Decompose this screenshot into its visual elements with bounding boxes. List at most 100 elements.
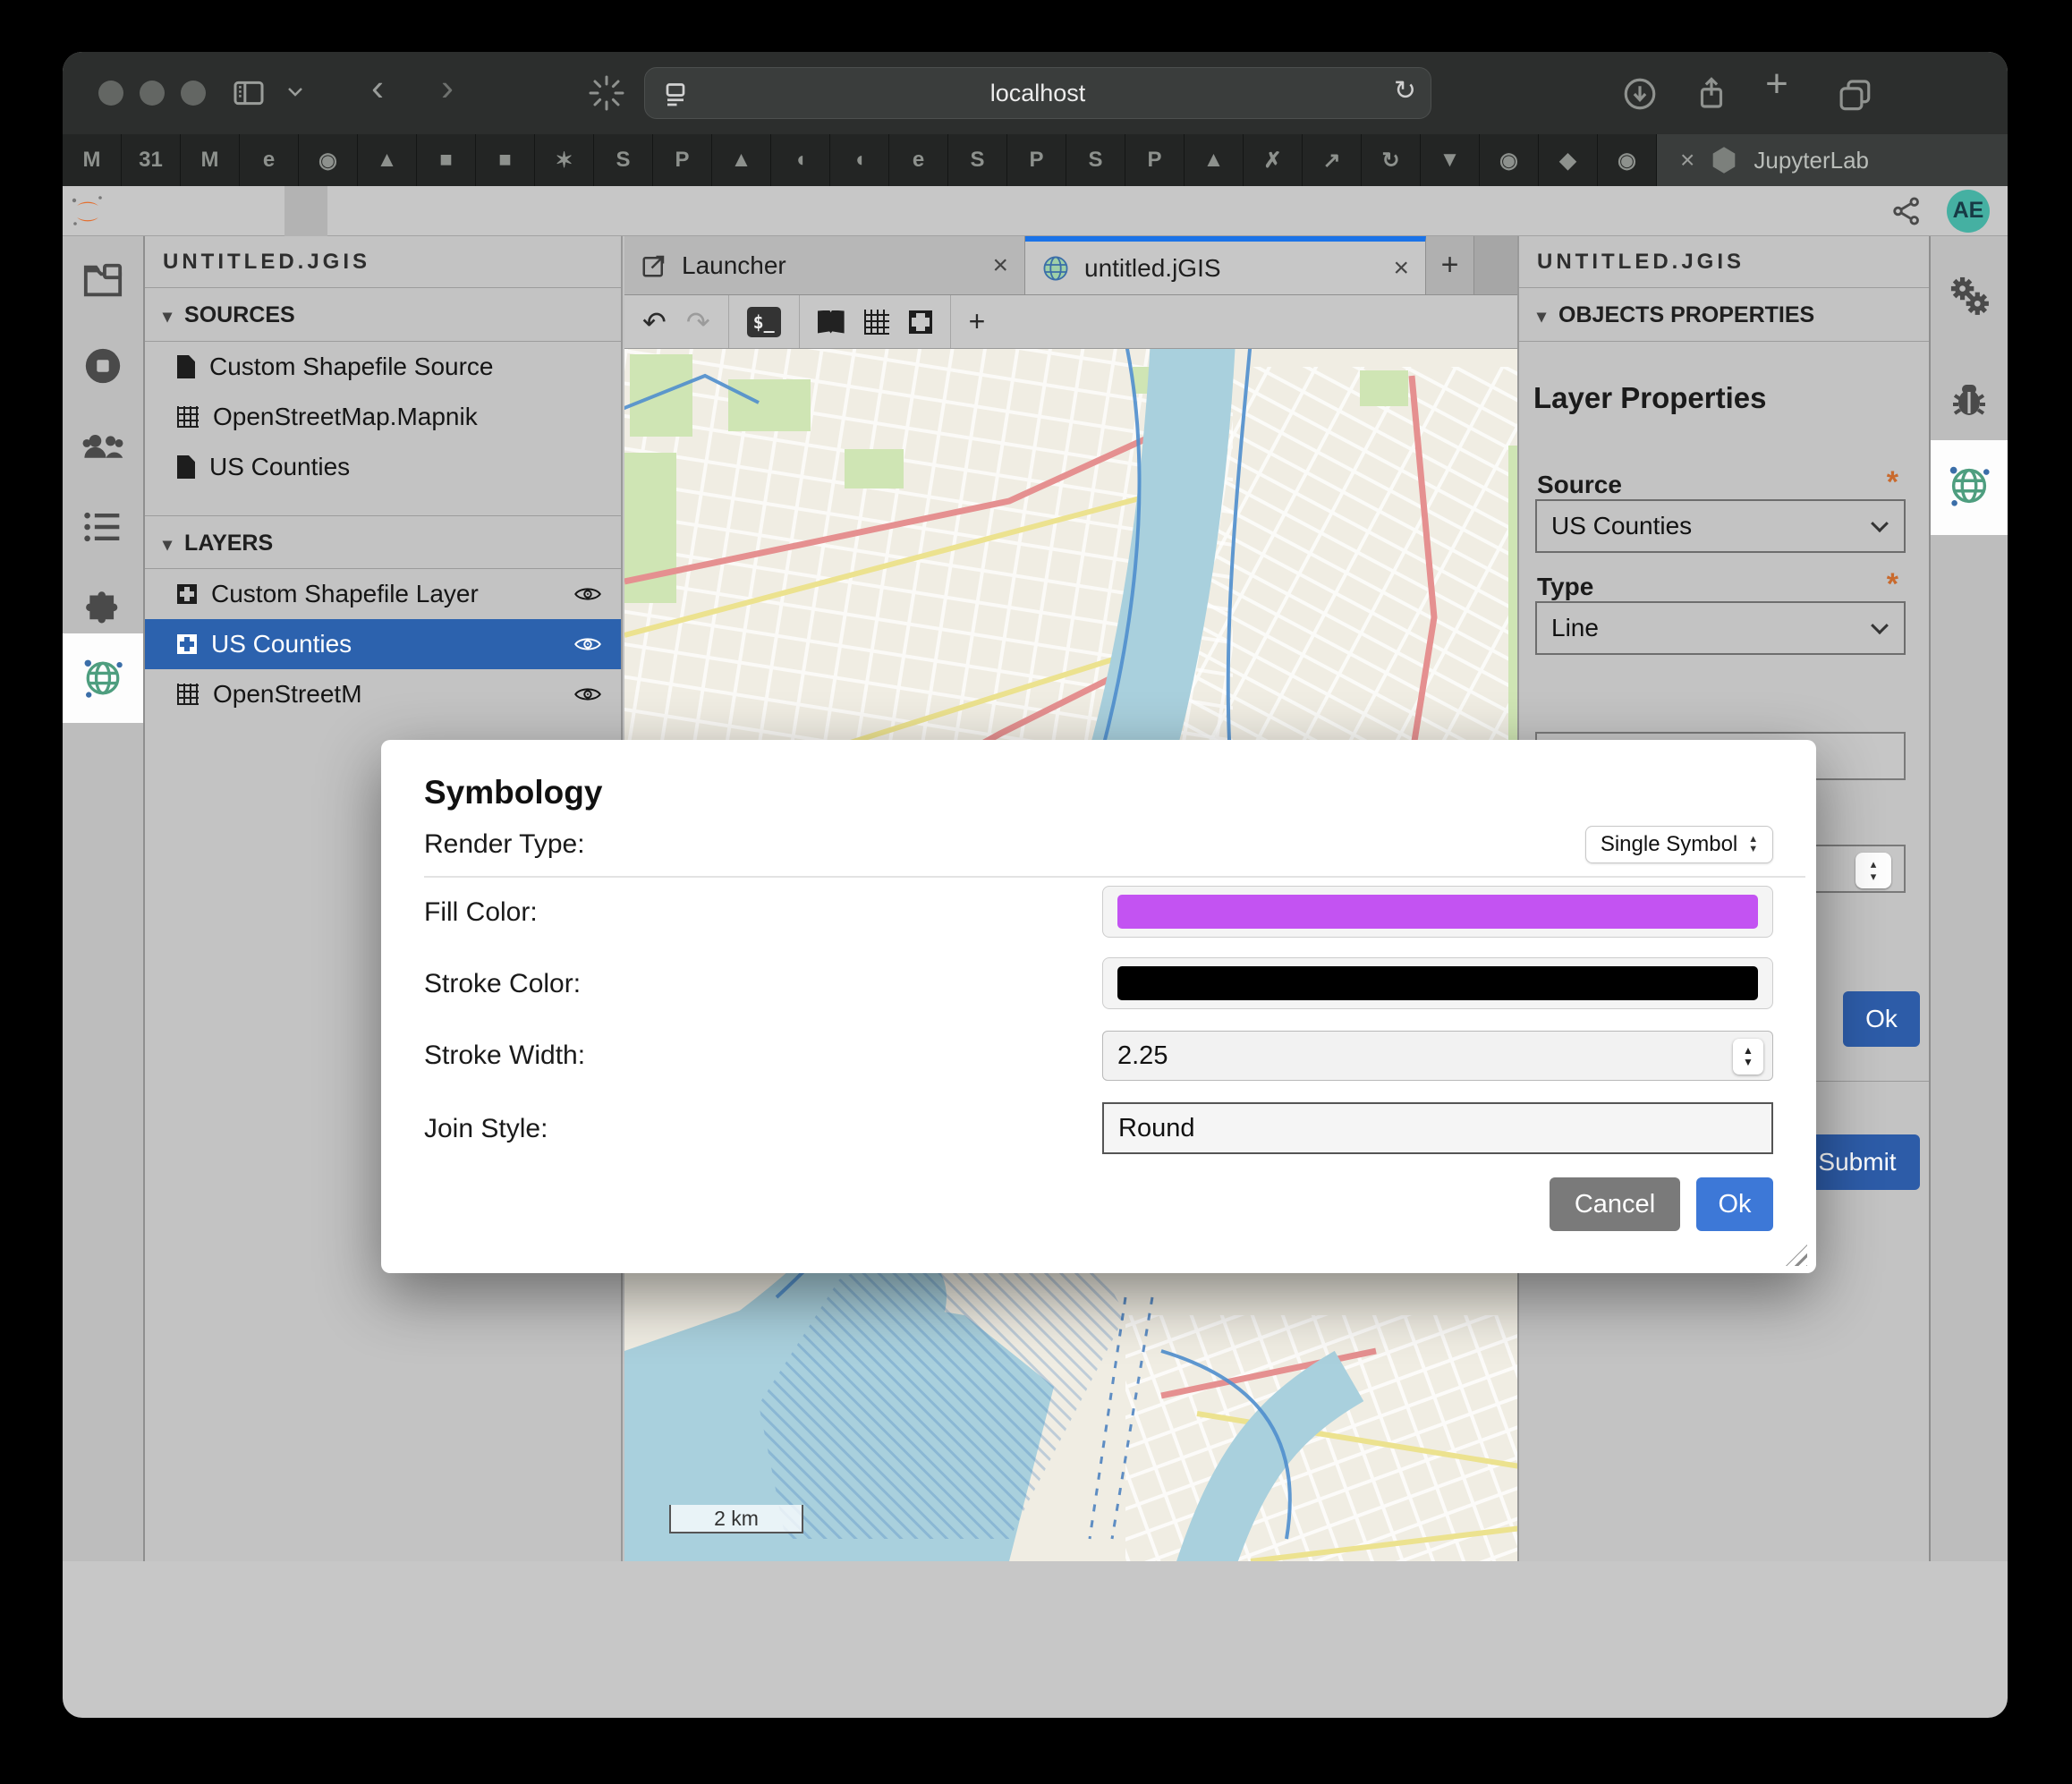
menu-item[interactable] (413, 186, 456, 236)
pinned-tab-icon[interactable]: e (889, 134, 948, 186)
pinned-tab-icon[interactable]: ✗ (1244, 134, 1303, 186)
layer-item[interactable]: OpenStreetM (145, 669, 621, 719)
pinned-tab-icon[interactable]: ▲ (712, 134, 771, 186)
undo-button[interactable]: ↶ (642, 305, 667, 339)
tab-overview-icon[interactable] (1836, 75, 1873, 113)
zoom-window-button[interactable] (181, 81, 206, 106)
raster-layer-button[interactable] (864, 310, 889, 335)
new-tab-button[interactable]: + (1757, 64, 1796, 104)
cancel-button[interactable]: Cancel (1550, 1177, 1680, 1231)
pinned-tab-icon[interactable]: ✶ (535, 134, 594, 186)
source-select[interactable]: US Counties (1535, 499, 1906, 553)
share-icon[interactable] (1693, 75, 1730, 113)
resize-handle[interactable] (1786, 1245, 1807, 1266)
pinned-tab-icon[interactable]: M (63, 134, 122, 186)
minimize-window-button[interactable] (140, 81, 165, 106)
pinned-tab-icon[interactable]: ◖ (771, 134, 830, 186)
tab-launcher[interactable]: Launcher × (624, 236, 1025, 294)
close-window-button[interactable] (98, 81, 123, 106)
debugger-bug-icon[interactable] (1948, 378, 1991, 421)
sidebar-toggle-icon[interactable] (231, 75, 267, 111)
menu-item[interactable] (284, 186, 327, 236)
jgis-globe-icon[interactable] (80, 655, 126, 701)
panel-ok-button[interactable]: Ok (1843, 991, 1920, 1047)
layers-section-header[interactable]: ▾LAYERS (145, 515, 621, 569)
pinned-tab-icon[interactable]: ◉ (1598, 134, 1657, 186)
new-tab-button[interactable]: + (1426, 236, 1474, 294)
collaborators-icon[interactable] (81, 428, 124, 463)
ok-button[interactable]: Ok (1696, 1177, 1773, 1231)
forward-button[interactable]: › (428, 68, 467, 107)
console-button[interactable]: $_ (747, 307, 781, 337)
pinned-tab-icon[interactable]: S (948, 134, 1007, 186)
layer-visibility-eye-icon[interactable] (574, 584, 601, 604)
stepper-control[interactable]: ▴▾ (1855, 853, 1891, 888)
pinned-tab-icon[interactable]: 31 (122, 134, 181, 186)
objects-properties-header[interactable]: ▾OBJECTS PROPERTIES (1519, 288, 1929, 342)
collapse-triangle-icon: ▾ (163, 290, 172, 344)
active-browser-tab[interactable]: × JupyterLab (1657, 134, 2008, 186)
add-layer-button[interactable]: + (969, 305, 986, 338)
address-bar[interactable]: localhost ↻ (644, 67, 1431, 119)
pinned-tab-icon[interactable]: S (1066, 134, 1125, 186)
pinned-tab-icon[interactable]: ■ (476, 134, 535, 186)
menu-item[interactable] (156, 186, 199, 236)
layer-item[interactable]: US Counties (145, 619, 621, 669)
layer-item[interactable]: Custom Shapefile Layer (145, 569, 621, 619)
layer-visibility-eye-icon[interactable] (574, 684, 601, 704)
pinned-tab-icon[interactable]: ▼ (1421, 134, 1480, 186)
pinned-tab-icon[interactable]: P (1007, 134, 1066, 186)
pinned-tab-icon[interactable]: ↗ (1303, 134, 1362, 186)
pinned-tab-icon[interactable]: ■ (417, 134, 476, 186)
property-inspector-icon[interactable] (1946, 272, 1992, 319)
reader-view-icon[interactable] (659, 78, 692, 110)
downloads-icon[interactable] (1621, 75, 1659, 113)
menu-item[interactable] (370, 186, 413, 236)
fill-color-picker[interactable] (1102, 886, 1773, 938)
tab-untitled-jgis[interactable]: untitled.jGIS × (1025, 236, 1426, 294)
pinned-tab-icon[interactable]: S (594, 134, 653, 186)
render-type-select[interactable]: Single Symbol ▲▼ (1585, 826, 1773, 863)
join-style-input[interactable]: Round (1102, 1102, 1773, 1154)
back-button[interactable]: ‹ (358, 68, 397, 107)
pinned-tab-icon[interactable]: ◆ (1539, 134, 1598, 186)
chevron-down-icon[interactable] (284, 84, 306, 100)
pinned-tab-icon[interactable]: ▲ (1185, 134, 1244, 186)
pinned-tab-icon[interactable]: ↻ (1362, 134, 1421, 186)
table-of-contents-icon[interactable] (83, 510, 123, 544)
running-sessions-icon[interactable] (82, 345, 123, 387)
share-nodes-icon[interactable] (1889, 194, 1923, 228)
refresh-icon[interactable]: ↻ (1394, 75, 1416, 106)
pinned-tab-icon[interactable]: ▲ (358, 134, 417, 186)
user-avatar[interactable]: AE (1947, 190, 1990, 233)
extensions-icon[interactable] (83, 590, 123, 630)
source-item[interactable]: OpenStreetMap.Mapnik (145, 392, 621, 442)
pinned-tab-icon[interactable]: ◖ (830, 134, 889, 186)
pinned-tab-icon[interactable]: P (1125, 134, 1185, 186)
pinned-tab-icon[interactable]: ◉ (299, 134, 358, 186)
vector-layer-button[interactable] (909, 310, 932, 334)
close-tab-icon[interactable]: × (992, 251, 1008, 281)
file-browser-icon[interactable] (82, 263, 123, 299)
menu-item[interactable] (199, 186, 242, 236)
type-select[interactable]: Line (1535, 601, 1906, 655)
jgis-globe-icon[interactable] (1945, 462, 1993, 510)
layer-visibility-eye-icon[interactable] (574, 634, 601, 654)
pinned-tab-icon[interactable]: ◉ (1480, 134, 1539, 186)
sources-section-header[interactable]: ▾SOURCES (145, 288, 621, 342)
source-item[interactable]: US Counties (145, 442, 621, 492)
stroke-width-input[interactable]: 2.25 ▲▼ (1102, 1031, 1773, 1081)
stepper-control[interactable]: ▲▼ (1733, 1039, 1763, 1075)
source-item[interactable]: Custom Shapefile Source (145, 342, 621, 392)
menu-item[interactable] (113, 186, 156, 236)
basemap-gallery-button[interactable] (818, 310, 845, 334)
close-tab-icon[interactable]: × (1680, 146, 1694, 174)
redo-button[interactable]: ↷ (686, 305, 710, 339)
menu-item[interactable] (327, 186, 370, 236)
pinned-tab-icon[interactable]: M (181, 134, 240, 186)
stroke-color-picker[interactable] (1102, 957, 1773, 1009)
menu-item[interactable] (242, 186, 284, 236)
pinned-tab-icon[interactable]: P (653, 134, 712, 186)
close-tab-icon[interactable]: × (1393, 253, 1409, 284)
pinned-tab-icon[interactable]: e (240, 134, 299, 186)
